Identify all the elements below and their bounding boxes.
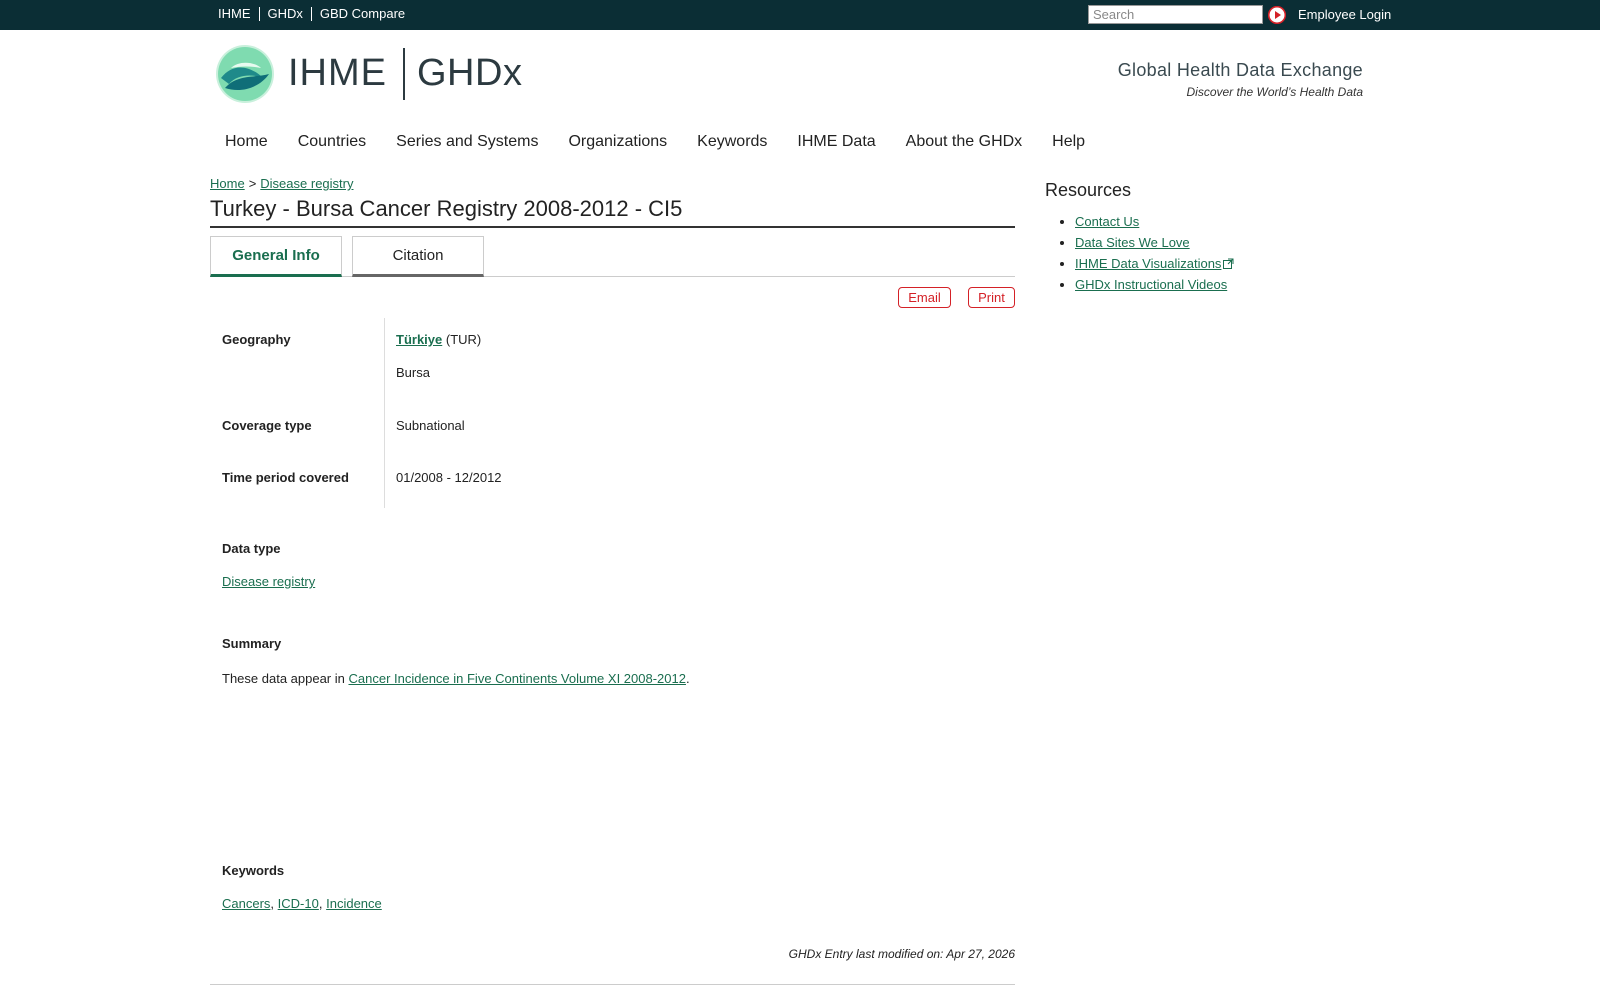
top-link-ihme[interactable]: IHME [212, 7, 259, 21]
print-button[interactable]: Print [968, 287, 1015, 308]
top-link-ghdx[interactable]: GHDx [258, 7, 311, 21]
external-link-icon [1223, 258, 1234, 269]
breadcrumb-separator: > [248, 176, 257, 191]
breadcrumb: Home > Disease registry [210, 176, 353, 191]
time-period-value: 01/2008 - 12/2012 [396, 470, 502, 485]
nav-item-about-the-ghdx[interactable]: About the GHDx [891, 133, 1038, 151]
resource-link-contact-us[interactable]: Contact Us [1075, 214, 1139, 229]
country-link[interactable]: Türkiye [396, 332, 442, 347]
breadcrumb-disease-registry[interactable]: Disease registry [260, 176, 353, 191]
ihme-logo[interactable] [215, 44, 275, 104]
main-nav: Home Countries Series and Systems Organi… [210, 133, 1100, 151]
info-table-divider [384, 318, 385, 508]
list-item: GHDx Instructional Videos [1075, 277, 1234, 298]
resources-list: Contact Us Data Sites We Love IHME Data … [1075, 214, 1234, 298]
summary-text: These data appear in Cancer Incidence in… [222, 671, 690, 686]
search-submit-button[interactable] [1268, 6, 1286, 24]
keyword-separator: , [270, 896, 275, 911]
summary-label: Summary [222, 636, 282, 651]
page-title: Turkey - Bursa Cancer Registry 2008-2012… [210, 196, 1015, 228]
logo-ihme-text: IHME [288, 52, 387, 94]
email-button[interactable]: Email [898, 287, 951, 308]
coverage-type-value: Subnational [396, 418, 465, 433]
employee-login-link[interactable]: Employee Login [1298, 7, 1391, 22]
nav-item-keywords[interactable]: Keywords [682, 133, 782, 151]
tab-citation[interactable]: Citation [352, 236, 484, 277]
nav-item-home[interactable]: Home [210, 133, 283, 151]
resource-link-data-sites[interactable]: Data Sites We Love [1075, 235, 1190, 250]
logo-divider [403, 48, 405, 100]
nav-item-countries[interactable]: Countries [283, 133, 381, 151]
search-input[interactable] [1088, 5, 1263, 24]
site-title: Global Health Data Exchange [1117, 60, 1363, 80]
breadcrumb-home[interactable]: Home [210, 176, 245, 191]
summary-ci5-link[interactable]: Cancer Incidence in Five Continents Volu… [348, 671, 685, 686]
list-item: Contact Us [1075, 214, 1234, 235]
content-bottom-divider [210, 984, 1015, 985]
summary-suffix: . [685, 671, 690, 686]
logo-ghdx-text: GHDx [417, 52, 523, 94]
geography-label: Geography [222, 332, 291, 347]
ihme-leaf-logo-icon [216, 45, 274, 103]
top-nav: IHME GHDx GBD Compare [212, 7, 413, 21]
top-bar: IHME GHDx GBD Compare Employee Login [0, 0, 1600, 30]
resources-title: Resources [1045, 180, 1132, 200]
country-code: (TUR) [445, 332, 482, 347]
data-type-link[interactable]: Disease registry [222, 574, 315, 589]
nav-item-organizations[interactable]: Organizations [553, 133, 682, 151]
data-type-label: Data type [222, 541, 281, 556]
data-type-value: Disease registry [222, 574, 315, 589]
nav-item-ihme-data[interactable]: IHME Data [782, 133, 890, 151]
geography-country-value: Türkiye (TUR) [396, 332, 481, 347]
nav-item-series-and-systems[interactable]: Series and Systems [381, 133, 553, 151]
coverage-type-label: Coverage type [222, 418, 312, 433]
summary-prefix: These data appear in [222, 671, 349, 686]
top-link-gbd-compare[interactable]: GBD Compare [310, 7, 413, 21]
keywords-list: Cancers, ICD-10, Incidence [222, 896, 382, 911]
tab-general-info[interactable]: General Info [210, 236, 342, 277]
list-item: Data Sites We Love [1075, 235, 1234, 256]
keyword-link-incidence[interactable]: Incidence [326, 896, 382, 911]
keyword-link-cancers[interactable]: Cancers [222, 896, 270, 911]
play-arrow-icon [1268, 6, 1286, 24]
keywords-label: Keywords [222, 863, 285, 878]
geography-subnational-value: Bursa [396, 365, 430, 380]
list-item: IHME Data Visualizations [1075, 256, 1234, 277]
keyword-link-icd-10[interactable]: ICD-10 [278, 896, 319, 911]
resource-link-instructional-videos[interactable]: GHDx Instructional Videos [1075, 277, 1227, 292]
keyword-separator: , [318, 896, 323, 911]
resource-link-ihme-viz[interactable]: IHME Data Visualizations [1075, 256, 1221, 271]
tab-bar: General Info Citation [210, 236, 1015, 277]
site-slogan: Discover the World’s Health Data [1186, 85, 1363, 99]
last-modified-text: GHDx Entry last modified on: Apr 27, 202… [788, 947, 1015, 961]
nav-item-help[interactable]: Help [1037, 133, 1100, 151]
time-period-label: Time period covered [222, 470, 349, 485]
